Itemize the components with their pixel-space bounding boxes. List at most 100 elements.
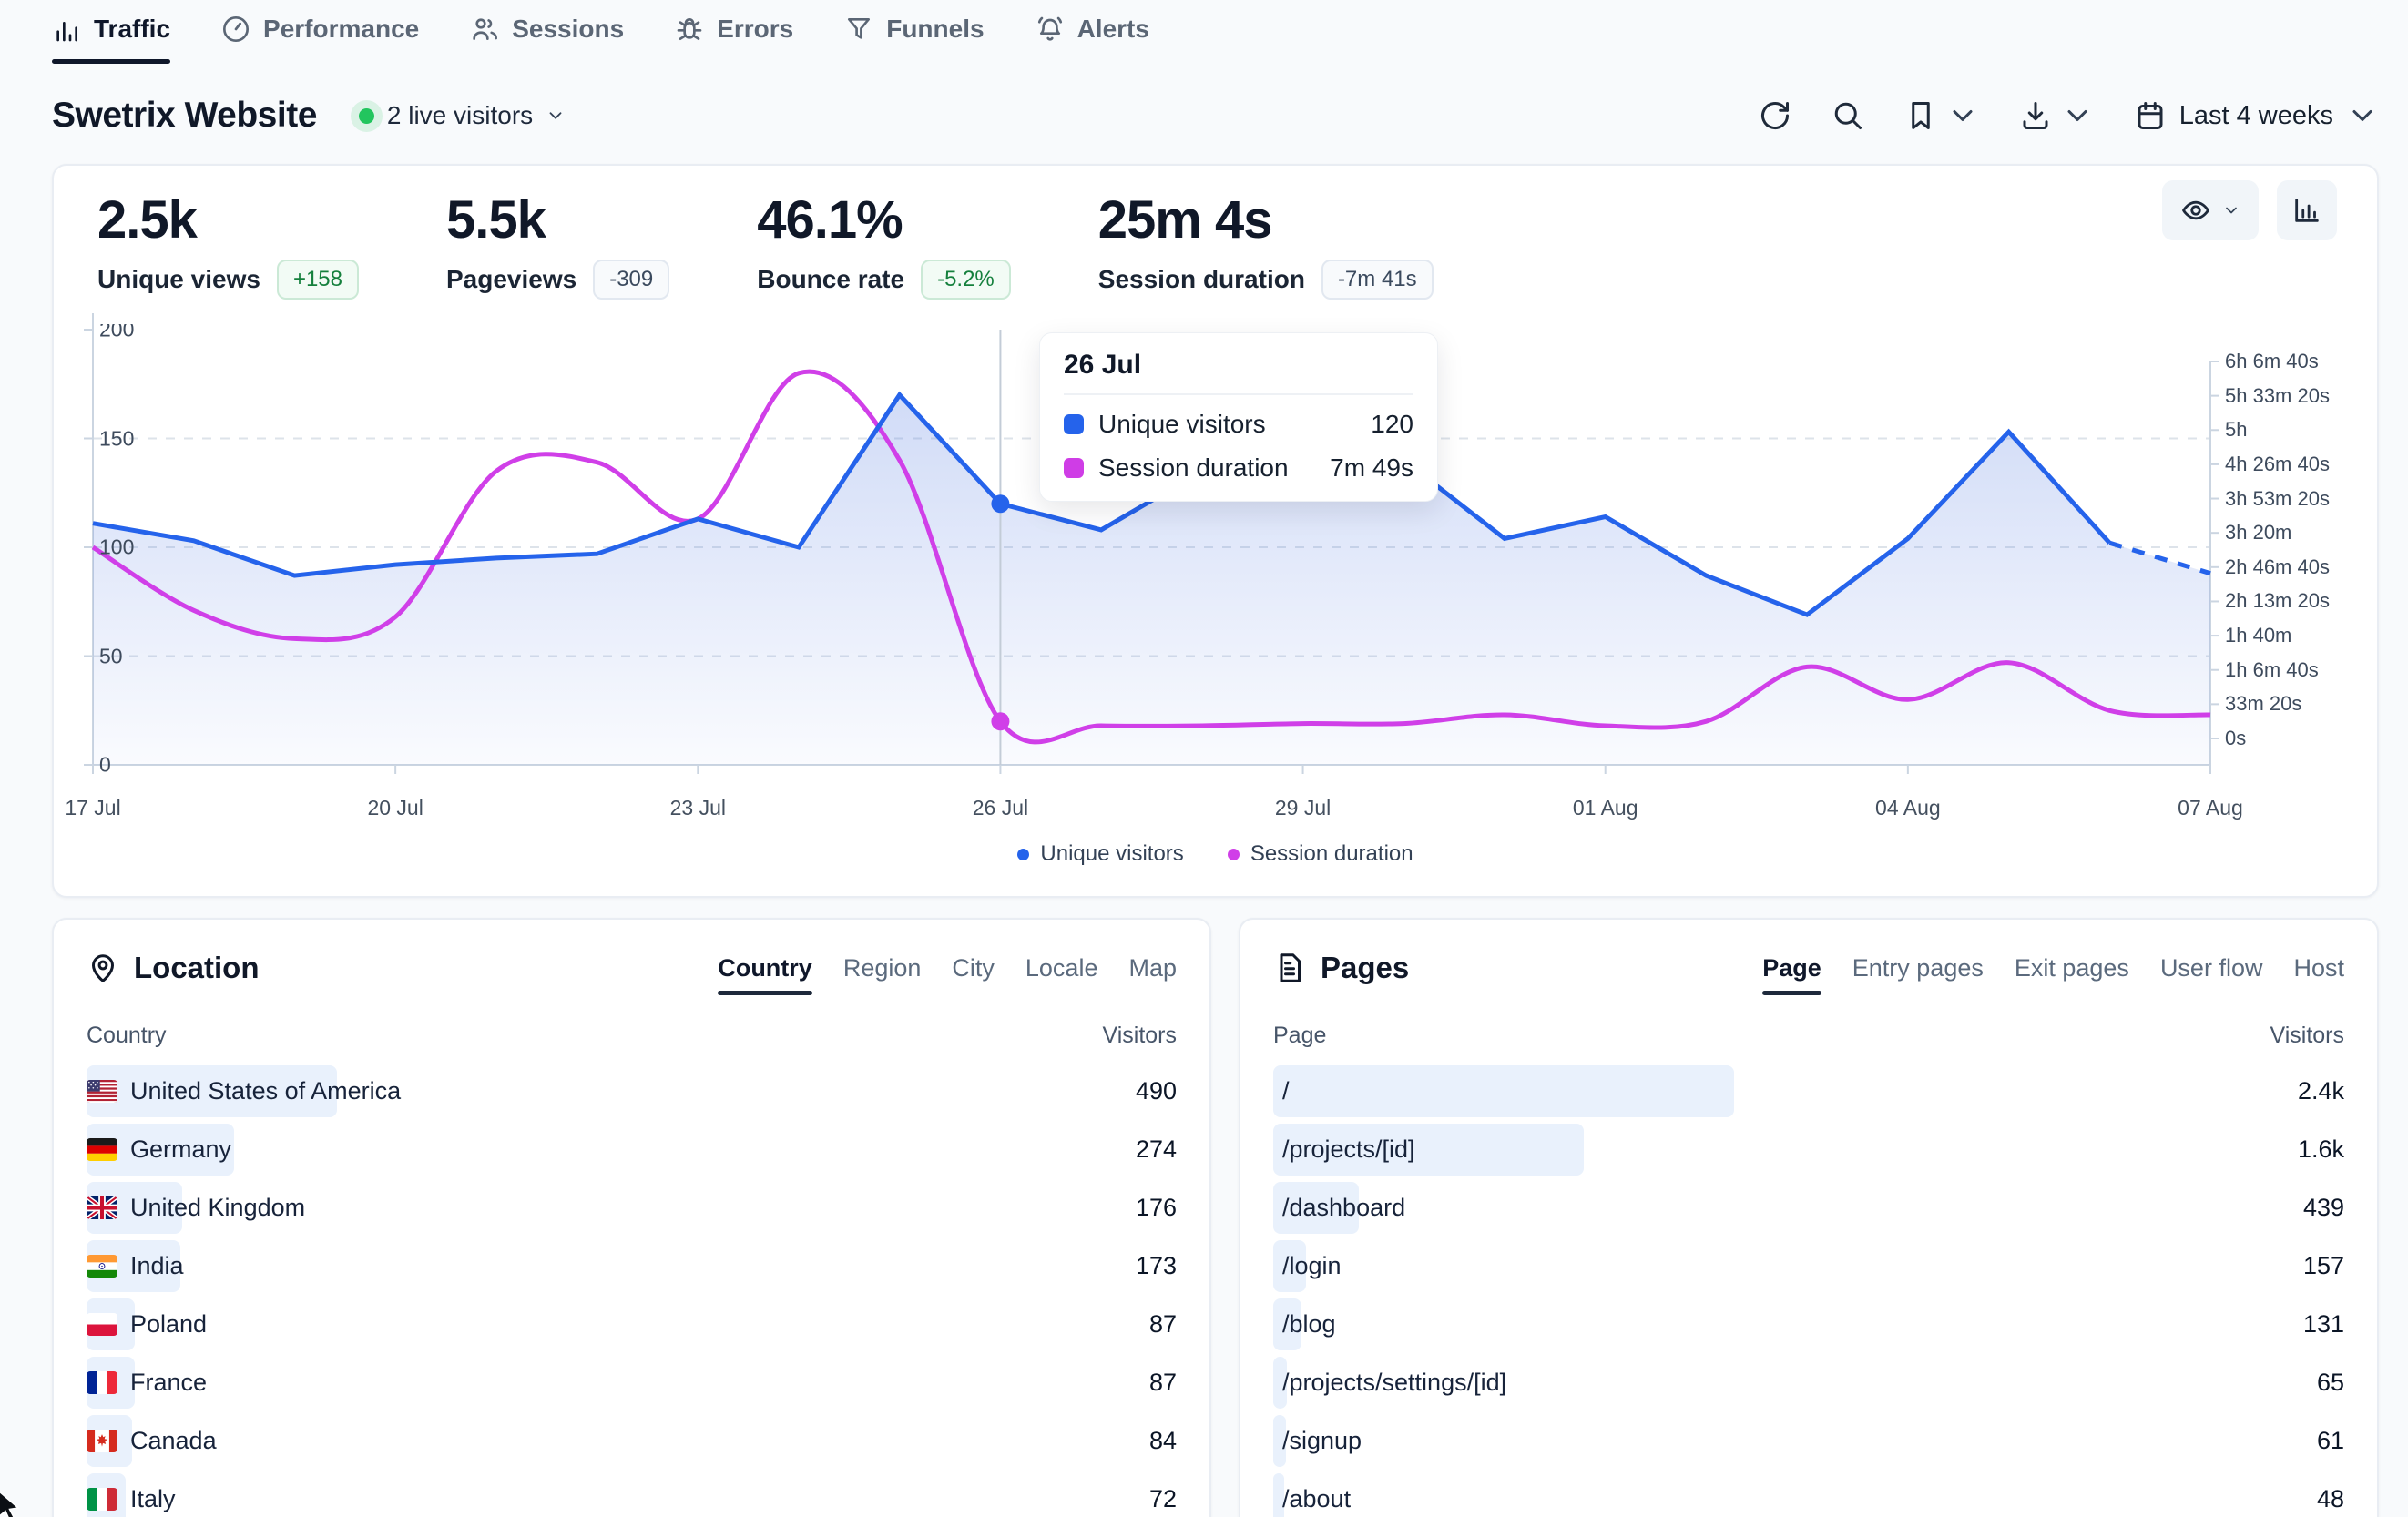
stat-value: 5.5k <box>446 189 669 250</box>
table-row[interactable]: Germany274 <box>87 1124 1177 1176</box>
stat-value: 25m 4s <box>1098 189 1434 250</box>
tab-location-map[interactable]: Map <box>1128 954 1177 995</box>
table-row[interactable]: /blog131 <box>1273 1298 2344 1350</box>
tab-pages-exit-pages[interactable]: Exit pages <box>2015 954 2129 995</box>
table-row[interactable]: Poland87 <box>87 1298 1177 1350</box>
country-name: India <box>130 1252 184 1280</box>
page-path: /projects/[id] <box>1282 1135 1415 1164</box>
chart-legend: Unique visitors Session duration <box>54 841 2377 867</box>
pages-tabs: Page Entry pages Exit pages User flow Host <box>1762 954 2344 995</box>
tab-pages-host[interactable]: Host <box>2293 954 2344 995</box>
pages-panel-title: Pages <box>1273 951 1409 985</box>
refresh-button[interactable] <box>1759 99 1791 132</box>
us-flag-icon <box>87 1080 117 1103</box>
column-header-visitors: Visitors <box>1102 1023 1177 1049</box>
chart-type-button[interactable] <box>2277 180 2337 240</box>
search-button[interactable] <box>1832 99 1864 132</box>
bar-chart-icon <box>2291 195 2322 226</box>
left-axis-tick-label: 100 <box>99 535 134 560</box>
visitors-count: 48 <box>2317 1485 2344 1513</box>
right-axis-tick-label: 2h 13m 20s <box>2225 589 2330 613</box>
table-row[interactable]: France87 <box>87 1357 1177 1409</box>
tooltip-date: 26 Jul <box>1064 350 1413 395</box>
right-axis-tick-label: 5h <box>2225 418 2247 442</box>
chart-view-buttons <box>2162 180 2337 240</box>
right-axis-tick-label: 5h 33m 20s <box>2225 384 2330 408</box>
stat-label: Bounce rate <box>757 265 904 294</box>
mouse-cursor <box>0 1490 27 1517</box>
x-axis-tick-label: 04 Aug <box>1875 796 1941 820</box>
stat-value: 2.5k <box>97 189 359 250</box>
eye-icon <box>2180 195 2211 226</box>
stat-change-badge: -309 <box>593 260 669 300</box>
stat-change-badge: +158 <box>277 260 359 300</box>
visitors-count: 439 <box>2303 1194 2344 1222</box>
location-tabs: Country Region City Locale Map <box>718 954 1177 995</box>
metric-visibility-button[interactable] <box>2162 180 2259 240</box>
right-axis-tick-label: 4h 26m 40s <box>2225 453 2330 476</box>
live-visitors-dropdown[interactable]: 2 live visitors <box>359 101 566 130</box>
x-axis-labels: 17 Jul20 Jul23 Jul26 Jul29 Jul01 Aug04 A… <box>93 796 2210 823</box>
date-range-picker[interactable]: Last 4 weeks <box>2134 99 2379 132</box>
bug-icon <box>675 15 704 44</box>
top-navigation: Traffic Performance Sessions Errors Funn… <box>52 15 1149 64</box>
pages-panel: Pages Page Entry pages Exit pages User flow… <box>1239 918 2379 1517</box>
location-panel-header: Location CountryRegionCityLocaleMap <box>54 920 1209 995</box>
tab-sessions[interactable]: Sessions <box>470 15 624 64</box>
fr-flag-icon <box>87 1371 117 1394</box>
table-row[interactable]: United Kingdom176 <box>87 1182 1177 1234</box>
tab-pages-user-flow[interactable]: User flow <box>2160 954 2263 995</box>
table-row[interactable]: /dashboard439 <box>1273 1182 2344 1234</box>
stat-sub: Session duration-7m 41s <box>1098 260 1434 300</box>
stat-label: Pageviews <box>446 265 576 294</box>
tab-alerts-label: Alerts <box>1077 15 1149 44</box>
table-row[interactable]: /2.4k <box>1273 1065 2344 1117</box>
chevron-down-icon <box>1946 99 1979 132</box>
table-row[interactable]: /signup61 <box>1273 1415 2344 1467</box>
tab-errors[interactable]: Errors <box>675 15 793 64</box>
stat-bounce-rate: 46.1%Bounce rate-5.2% <box>757 189 1011 300</box>
visitors-count: 173 <box>1136 1252 1177 1280</box>
tab-funnels[interactable]: Funnels <box>844 15 984 64</box>
pages-panel-title-text: Pages <box>1321 951 1409 985</box>
x-axis-tick-label: 26 Jul <box>973 796 1028 820</box>
tab-pages-page[interactable]: Page <box>1762 954 1821 995</box>
export-dropdown-button[interactable] <box>2019 99 2094 132</box>
pl-flag-icon <box>87 1313 117 1336</box>
table-row[interactable]: /projects/settings/[id]65 <box>1273 1357 2344 1409</box>
table-row[interactable]: /projects/[id]1.6k <box>1273 1124 2344 1176</box>
bookmark-dropdown-button[interactable] <box>1904 99 1979 132</box>
stat-value: 46.1% <box>757 189 1011 250</box>
legend-item-session-duration[interactable]: Session duration <box>1228 841 1413 867</box>
series-swatch-icon <box>1064 414 1084 434</box>
tab-traffic[interactable]: Traffic <box>52 15 170 64</box>
table-row[interactable]: Italy72 <box>87 1473 1177 1517</box>
visitors-count: 157 <box>2303 1252 2344 1280</box>
table-row[interactable]: United States of America490 <box>87 1065 1177 1117</box>
tab-location-locale[interactable]: Locale <box>1025 954 1098 995</box>
country-name: Italy <box>130 1485 176 1513</box>
tab-pages-entry-pages[interactable]: Entry pages <box>1852 954 1984 995</box>
page-header: Swetrix Website 2 live visitors <box>52 86 2379 146</box>
x-axis-tick-label: 01 Aug <box>1573 796 1638 820</box>
country-name: Germany <box>130 1135 231 1164</box>
table-row[interactable]: /about 48 <box>1273 1473 2344 1517</box>
tab-alerts[interactable]: Alerts <box>1036 15 1149 64</box>
table-row[interactable]: /login157 <box>1273 1240 2344 1292</box>
bookmark-icon <box>1904 99 1937 132</box>
header-toolbar: Last 4 weeks <box>1759 99 2379 132</box>
tab-location-country[interactable]: Country <box>718 954 812 995</box>
page-path: /about <box>1282 1485 1351 1513</box>
visitors-count: 176 <box>1136 1194 1177 1222</box>
tab-location-region[interactable]: Region <box>843 954 922 995</box>
ca-flag-icon <box>87 1430 117 1452</box>
tab-performance[interactable]: Performance <box>221 15 419 64</box>
table-row[interactable]: India 173 <box>87 1240 1177 1292</box>
legend-item-unique-visitors[interactable]: Unique visitors <box>1017 841 1183 867</box>
right-axis-tick-label: 1h 40m <box>2225 624 2291 647</box>
de-flag-icon <box>87 1138 117 1161</box>
map-pin-icon <box>87 952 119 984</box>
tooltip-series-label: Unique visitors <box>1098 410 1356 439</box>
tab-location-city[interactable]: City <box>952 954 995 995</box>
table-row[interactable]: Canada84 <box>87 1415 1177 1467</box>
